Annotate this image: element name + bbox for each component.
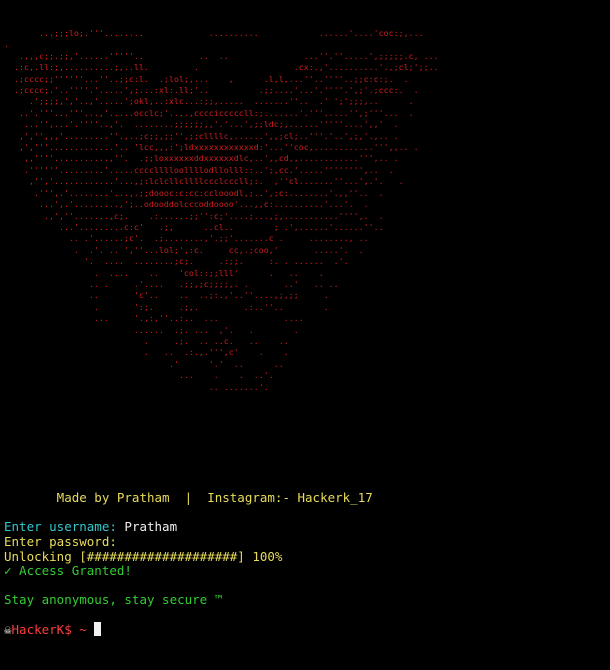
skull-icon: ☠ [4,622,12,637]
motto-text: Stay anonymous, stay secure ™ [4,592,223,607]
username-line: Enter username: Pratham [4,519,178,535]
ascii-art-skull: ...;;;lo;.'''........ .......... ......'… [4,28,439,392]
prompt-text: HackerK$ ~ [11,622,95,637]
credits-line: Made by Pratham | Instagram:- Hackerk_17 [4,490,373,505]
access-granted-message: ✓ Access Granted! [4,563,132,578]
username-value: Pratham [124,519,178,534]
shell-prompt[interactable]: ☠HackerK$ ~ [4,622,102,638]
password-label: Enter password: [4,534,117,549]
text-cursor[interactable] [94,622,102,636]
username-label: Enter username: [4,519,125,534]
terminal-window[interactable]: ...;;;lo;.'''........ .......... ......'… [0,0,610,670]
